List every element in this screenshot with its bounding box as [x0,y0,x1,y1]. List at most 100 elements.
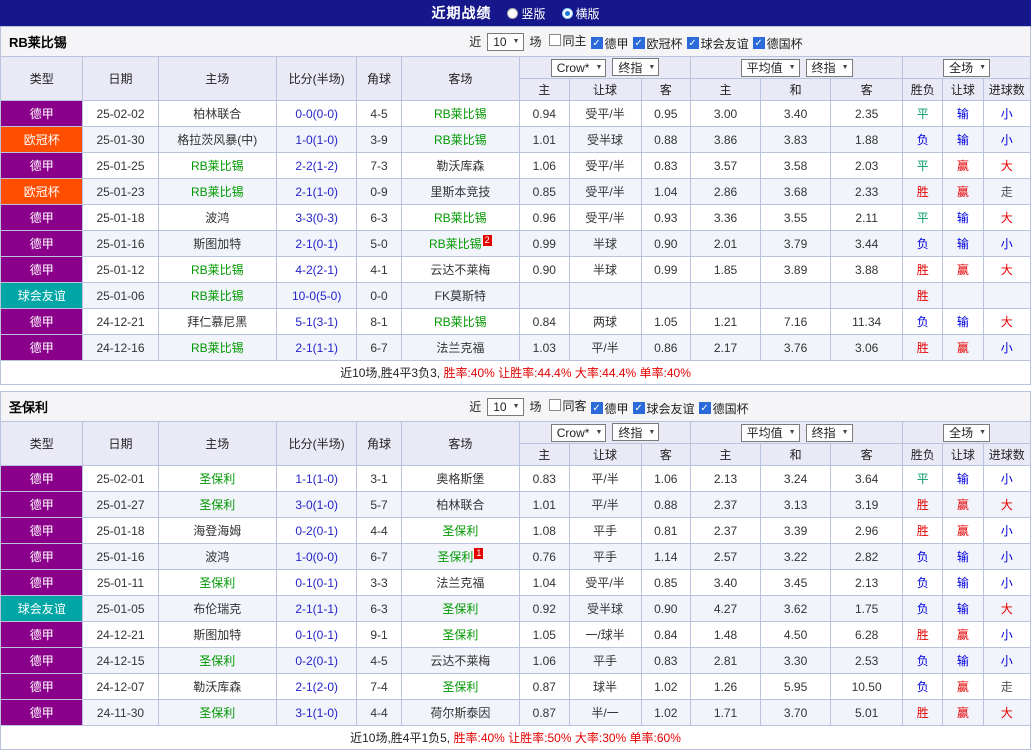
match-score[interactable]: 0-1(0-1) [276,621,358,648]
layout-option-horizontal[interactable]: 横版 [561,5,600,22]
checkbox-checked-icon[interactable]: ✓ [686,37,699,49]
away-team[interactable]: RB莱比锡 [400,100,521,127]
home-team[interactable]: RB莱比锡 [157,256,278,283]
checkbox-checked-icon[interactable]: ✓ [590,402,603,414]
match-score[interactable]: 0-1(0-1) [276,569,358,596]
home-team[interactable]: 圣保利 [157,699,278,726]
match-score[interactable]: 3-0(1-0) [276,491,358,518]
col-header-corner: 角球 [356,56,402,101]
match-score[interactable]: 1-0(0-0) [276,543,358,570]
home-team[interactable]: 拜仁慕尼黑 [157,308,278,335]
away-team[interactable]: 圣保利 [400,517,521,544]
away-team[interactable]: 圣保利 [400,673,521,700]
home-team[interactable]: RB莱比锡 [157,334,278,361]
away-team[interactable]: RB莱比锡 [400,126,521,153]
filter-checkbox-德国杯[interactable]: ✓ 德国杯 [698,400,749,417]
summary-text: 近10场,胜4平3负3, 胜率:40% 让胜率:44.4% 大率:44.4% 单… [0,360,1031,385]
away-team[interactable]: 法兰克福 [400,334,521,361]
match-score[interactable]: 0-2(0-1) [276,647,358,674]
match-score[interactable]: 1-0(1-0) [276,126,358,153]
home-team[interactable]: 布伦瑞克 [157,595,278,622]
away-team[interactable]: 圣保利 [400,621,521,648]
home-team[interactable]: 柏林联合 [157,100,278,127]
home-team[interactable]: 圣保利 [157,569,278,596]
filter-checkbox-球会友谊[interactable]: ✓ 球会友谊 [686,35,749,52]
home-team[interactable]: 波鸿 [157,204,278,231]
match-score[interactable]: 2-1(1-1) [276,595,358,622]
home-team[interactable]: 圣保利 [157,491,278,518]
near-label: 近 [469,35,482,49]
home-team[interactable]: 波鸿 [157,543,278,570]
match-score[interactable]: 2-1(0-1) [276,230,358,257]
match-score[interactable]: 0-0(0-0) [276,100,358,127]
radio-icon[interactable] [507,7,519,19]
bookmaker-select[interactable]: Crow* ▼ [550,423,607,442]
league-badge: 球会友谊 [0,595,84,622]
filter-checkbox-德甲[interactable]: ✓ 德甲 [590,400,629,417]
away-team[interactable]: 勒沃库森 [400,152,521,179]
checkbox-checked-icon[interactable]: ✓ [752,37,765,49]
away-team[interactable]: 奥格斯堡 [400,465,521,492]
match-score[interactable]: 5-1(3-1) [276,308,358,335]
filter-checkbox-德国杯[interactable]: ✓ 德国杯 [752,35,803,52]
away-team[interactable]: RB莱比锡 2 [400,230,521,257]
euro-odds-type-select[interactable]: 平均值 ▼ [740,423,800,442]
away-team[interactable]: 云达不莱梅 [400,647,521,674]
filter-checkbox-同客[interactable]: 同客 [548,397,587,414]
match-score[interactable]: 0-2(0-1) [276,517,358,544]
col-header-league: 类型 [0,421,84,466]
away-team[interactable]: 荷尔斯泰因 [400,699,521,726]
match-date: 25-01-30 [82,126,159,153]
filter-checkbox-欧冠杯[interactable]: ✓ 欧冠杯 [632,35,683,52]
match-count-select[interactable]: 10 ▼ [487,397,524,416]
away-team[interactable]: 法兰克福 [400,569,521,596]
filter-checkbox-同主[interactable]: 同主 [548,32,587,49]
match-score[interactable]: 3-1(1-0) [276,699,358,726]
home-team[interactable]: 斯图加特 [157,230,278,257]
checkbox-icon[interactable] [548,34,561,46]
home-team[interactable]: RB莱比锡 [157,152,278,179]
away-team[interactable]: 柏林联合 [400,491,521,518]
scope-select[interactable]: 全场 ▼ [943,423,991,442]
checkbox-checked-icon[interactable]: ✓ [590,37,603,49]
scope-select[interactable]: 全场 ▼ [943,58,991,77]
match-score[interactable]: 1-1(1-0) [276,465,358,492]
euro-odds-type-select[interactable]: 平均值 ▼ [740,58,800,77]
bookmaker-select[interactable]: Crow* ▼ [550,58,607,77]
match-score[interactable]: 2-2(1-2) [276,152,358,179]
home-team[interactable]: 斯图加特 [157,621,278,648]
away-team[interactable]: RB莱比锡 [400,204,521,231]
home-team[interactable]: RB莱比锡 [157,178,278,205]
radio-checked-icon[interactable] [561,7,573,19]
checkbox-checked-icon[interactable]: ✓ [698,402,711,414]
home-team[interactable]: 圣保利 [157,647,278,674]
home-team[interactable]: 海登海姆 [157,517,278,544]
away-team[interactable]: 里斯本竞技 [400,178,521,205]
checkbox-checked-icon[interactable]: ✓ [632,402,645,414]
checkbox-checked-icon[interactable]: ✓ [632,37,645,49]
match-score[interactable]: 2-1(2-0) [276,673,358,700]
filter-checkbox-球会友谊[interactable]: ✓ 球会友谊 [632,400,695,417]
away-team[interactable]: 云达不莱梅 [400,256,521,283]
match-count-select[interactable]: 10 ▼ [487,32,524,51]
match-score[interactable]: 10-0(5-0) [276,282,358,309]
euro-odds-time-select[interactable]: 终指 ▼ [805,423,853,442]
away-team[interactable]: 圣保利 [400,595,521,622]
home-team[interactable]: 勒沃库森 [157,673,278,700]
away-team[interactable]: FK莫斯特 [400,282,521,309]
away-team[interactable]: RB莱比锡 [400,308,521,335]
match-score[interactable]: 2-1(1-1) [276,334,358,361]
match-score[interactable]: 2-1(1-0) [276,178,358,205]
euro-odds-time-select[interactable]: 终指 ▼ [805,58,853,77]
asia-odds-time-select[interactable]: 终指 ▼ [612,58,660,77]
match-score[interactable]: 3-3(0-3) [276,204,358,231]
home-team[interactable]: 格拉茨风暴(中) [157,126,278,153]
home-team[interactable]: RB莱比锡 [157,282,278,309]
asia-odds-time-select[interactable]: 终指 ▼ [612,423,660,442]
away-team[interactable]: 圣保利 1 [400,543,521,570]
home-team[interactable]: 圣保利 [157,465,278,492]
checkbox-icon[interactable] [548,399,561,411]
layout-option-vertical[interactable]: 竖版 [507,5,546,22]
match-score[interactable]: 4-2(2-1) [276,256,358,283]
filter-checkbox-德甲[interactable]: ✓ 德甲 [590,35,629,52]
